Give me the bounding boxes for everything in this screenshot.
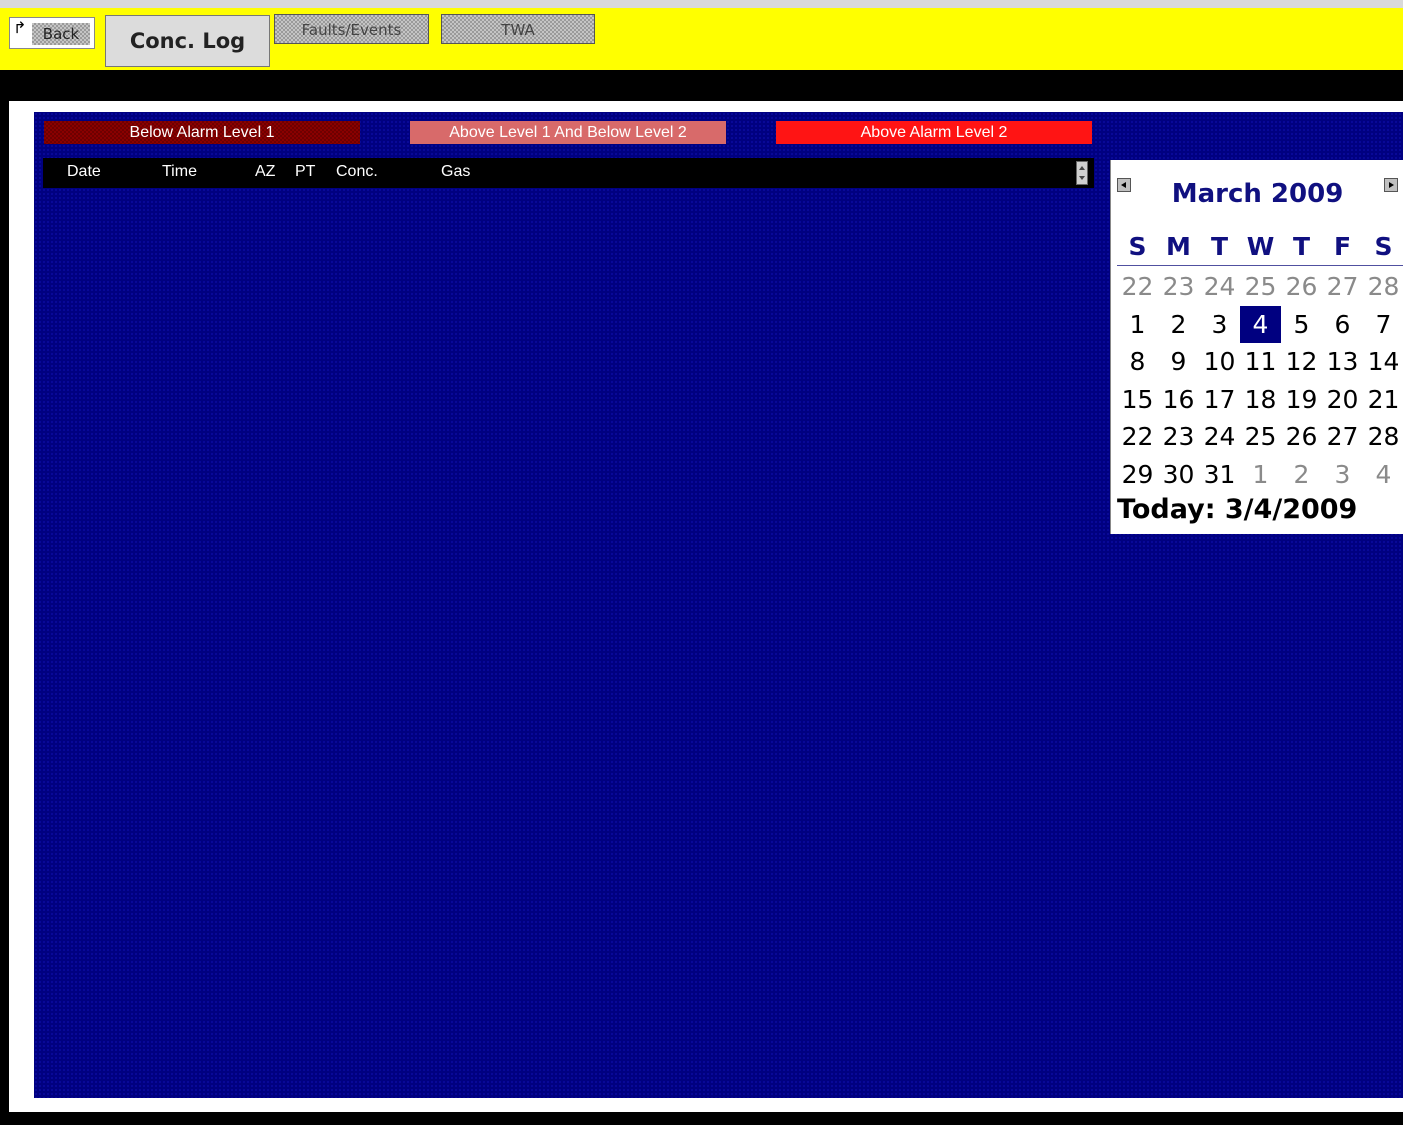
table-scroll-arrows-icon[interactable] — [1076, 161, 1088, 185]
calendar-day[interactable]: 3 — [1199, 306, 1240, 343]
calendar-day[interactable]: 26 — [1281, 418, 1322, 455]
calendar-day[interactable]: 7 — [1363, 306, 1403, 343]
calendar-day[interactable]: 14 — [1363, 343, 1403, 380]
weekday-label: F — [1333, 232, 1352, 261]
calendar-day[interactable]: 26 — [1281, 268, 1322, 305]
weekday-label: S — [1128, 232, 1147, 261]
month-calendar: March 2009 S M T W T F S 22 23 24 25 26 27 28 1… — [1110, 160, 1403, 534]
next-month-arrow-icon[interactable] — [1384, 178, 1398, 192]
calendar-day[interactable]: 22 — [1117, 268, 1158, 305]
column-header-az[interactable]: AZ — [255, 163, 275, 181]
calendar-day[interactable]: 29 — [1117, 456, 1158, 493]
calendar-day[interactable]: 10 — [1199, 343, 1240, 380]
calendar-day[interactable]: 28 — [1363, 268, 1403, 305]
column-header-conc[interactable]: Conc. — [336, 163, 378, 181]
calendar-day[interactable]: 4 — [1363, 456, 1403, 493]
calendar-day[interactable]: 28 — [1363, 418, 1403, 455]
column-header-time[interactable]: Time — [162, 163, 197, 181]
weekday-label: M — [1166, 232, 1191, 261]
weekday-label: W — [1246, 232, 1275, 261]
calendar-day[interactable]: 27 — [1322, 268, 1363, 305]
calendar-day[interactable]: 5 — [1281, 306, 1322, 343]
calendar-day[interactable]: 12 — [1281, 343, 1322, 380]
calendar-day[interactable]: 15 — [1117, 381, 1158, 418]
column-header-gas[interactable]: Gas — [441, 163, 470, 181]
back-arrow-icon: ↱ — [13, 18, 27, 37]
calendar-day[interactable]: 2 — [1281, 456, 1322, 493]
calendar-day[interactable]: 19 — [1281, 381, 1322, 418]
weekday-label: T — [1292, 232, 1311, 261]
calendar-day[interactable]: 23 — [1158, 268, 1199, 305]
calendar-month-title: March 2009 — [1171, 179, 1344, 209]
calendar-day[interactable]: 2 — [1158, 306, 1199, 343]
back-button[interactable]: ↱ Back — [9, 17, 95, 49]
calendar-today-label[interactable]: Today: 3/4/2009 — [1117, 494, 1357, 525]
calendar-day[interactable]: 21 — [1363, 381, 1403, 418]
weekday-label: T — [1210, 232, 1229, 261]
legend-above-alarm-level-2: Above Alarm Level 2 — [776, 121, 1092, 144]
back-button-label: Back — [32, 23, 90, 45]
calendar-day[interactable]: 9 — [1158, 343, 1199, 380]
calendar-day[interactable]: 1 — [1117, 306, 1158, 343]
calendar-day[interactable]: 17 — [1199, 381, 1240, 418]
calendar-weekday-row: S M T W T F S — [1117, 230, 1403, 266]
column-header-pt[interactable]: PT — [295, 163, 315, 181]
calendar-day[interactable]: 24 — [1199, 268, 1240, 305]
calendar-day[interactable]: 25 — [1240, 268, 1281, 305]
calendar-day[interactable]: 30 — [1158, 456, 1199, 493]
legend-below-alarm-level-1: Below Alarm Level 1 — [44, 121, 360, 144]
calendar-day[interactable]: 18 — [1240, 381, 1281, 418]
calendar-day[interactable]: 3 — [1322, 456, 1363, 493]
top-toolbar: ↱ Back Conc. Log Faults/Events TWA — [0, 0, 1403, 70]
calendar-day[interactable]: 20 — [1322, 381, 1363, 418]
weekday-label: S — [1374, 232, 1393, 261]
calendar-day[interactable]: 1 — [1240, 456, 1281, 493]
calendar-day[interactable]: 22 — [1117, 418, 1158, 455]
calendar-day-selected[interactable]: 4 — [1240, 305, 1281, 343]
calendar-day[interactable]: 11 — [1240, 343, 1281, 380]
calendar-header: March 2009 — [1111, 160, 1403, 228]
calendar-day[interactable]: 25 — [1240, 418, 1281, 455]
log-table-header: Date Time AZ PT Conc. Gas — [43, 158, 1094, 188]
calendar-day[interactable]: 16 — [1158, 381, 1199, 418]
calendar-day[interactable]: 24 — [1199, 418, 1240, 455]
calendar-day[interactable]: 31 — [1199, 456, 1240, 493]
calendar-day[interactable]: 23 — [1158, 418, 1199, 455]
calendar-day[interactable]: 8 — [1117, 343, 1158, 380]
tab-twa[interactable]: TWA — [441, 14, 595, 44]
title-band — [0, 70, 1403, 105]
tab-conc-log[interactable]: Conc. Log — [105, 15, 270, 67]
calendar-day[interactable]: 6 — [1322, 306, 1363, 343]
calendar-day[interactable]: 13 — [1322, 343, 1363, 380]
calendar-day[interactable]: 27 — [1322, 418, 1363, 455]
legend-between-level-1-and-2: Above Level 1 And Below Level 2 — [410, 121, 726, 144]
tab-faults-events[interactable]: Faults/Events — [274, 14, 429, 44]
column-header-date[interactable]: Date — [67, 163, 101, 181]
